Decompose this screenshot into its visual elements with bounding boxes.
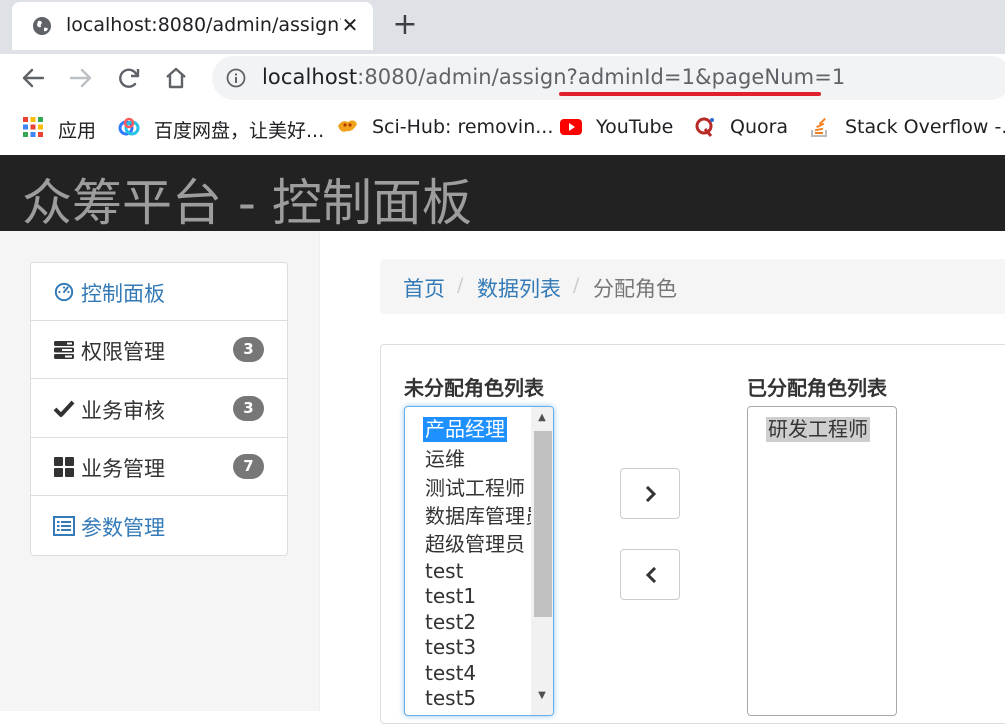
assign-role-button[interactable] (620, 468, 680, 519)
tasks-icon (54, 341, 74, 359)
breadcrumb: 首页 / 数据列表 / 分配角色 (380, 259, 1005, 314)
role-option[interactable]: test4 (425, 661, 476, 686)
chevron-left-icon (645, 567, 657, 583)
app-header: 众筹平台 - 控制面板 (0, 155, 1005, 232)
sidebar-item-params[interactable]: 参数管理 (31, 497, 287, 555)
role-option[interactable]: test3 (425, 635, 476, 660)
role-option[interactable]: 测试工程师 (425, 476, 525, 501)
sidebar-item-business[interactable]: 业务管理 7 (31, 438, 287, 496)
check-icon (53, 400, 75, 417)
chevron-right-icon (645, 486, 657, 502)
url-host: localhost (262, 65, 358, 89)
bookmark-label: 百度网盘，让美好... (154, 120, 325, 142)
role-option[interactable]: 数据库管理员 (425, 504, 531, 529)
bookmark-label: Stack Overflow -... (845, 116, 1005, 138)
th-large-icon (54, 457, 74, 477)
home-icon[interactable] (162, 64, 190, 92)
role-option[interactable]: test1 (425, 584, 476, 609)
bookmarks-bar: 应用 百度网盘，让美好... Sci-Hub: removin... YouTu… (0, 102, 1005, 153)
assign-role-panel: 未分配角色列表 已分配角色列表 产品经理 运维 测试工程师 数据库管理员 超级管… (380, 344, 1005, 724)
page-title[interactable]: 众筹平台 - 控制面板 (22, 163, 472, 235)
role-option[interactable]: 超级管理员 (425, 532, 525, 557)
breadcrumb-separator: / (457, 274, 464, 296)
scroll-down-arrow-icon[interactable]: ▼ (531, 687, 553, 705)
sidebar-item-label: 参数管理 (81, 516, 165, 540)
role-option[interactable]: test2 (425, 610, 476, 635)
tab-title: localhost:8080/admin/assign?adminId=1&pa… (66, 14, 341, 36)
bookmark-label: Quora (730, 116, 789, 138)
globe-icon (33, 17, 51, 35)
sidebar: 控制面板 权限管理 3 业务审核 3 业务管理 7 参数管理 (30, 262, 288, 556)
sidebar-item-label: 业务管理 (81, 457, 165, 481)
scihub-icon (338, 120, 357, 132)
count-badge: 3 (233, 337, 264, 362)
role-option[interactable]: 运维 (425, 447, 465, 472)
bookmark-label: 应用 (58, 120, 97, 142)
browser-toolbar: localhost:8080/admin/assign?adminId=1&pa… (0, 54, 1005, 102)
browser-tab[interactable]: localhost:8080/admin/assign?adminId=1&pa… (12, 2, 373, 50)
info-icon[interactable] (226, 68, 246, 88)
count-badge: 3 (233, 396, 264, 421)
youtube-icon (560, 119, 582, 135)
unassigned-options: 产品经理 运维 测试工程师 数据库管理员 超级管理员 test test1 te… (405, 407, 531, 715)
address-bar[interactable]: localhost:8080/admin/assign?adminId=1&pa… (212, 56, 1005, 100)
browser-tabstrip: localhost:8080/admin/assign?adminId=1&pa… (0, 0, 1005, 54)
sidebar-item-label: 权限管理 (81, 340, 165, 364)
listbox-scrollbar[interactable]: ▲ ▼ (531, 407, 553, 715)
unassigned-roles-select[interactable]: 产品经理 运维 测试工程师 数据库管理员 超级管理员 test test1 te… (404, 406, 554, 716)
assigned-list-label: 已分配角色列表 (747, 376, 887, 400)
unassign-role-button[interactable] (620, 549, 680, 600)
sidebar-item-label: 控制面板 (81, 282, 165, 306)
sidebar-item-dashboard[interactable]: 控制面板 (31, 263, 287, 321)
reload-icon[interactable] (115, 64, 143, 92)
url-highlight-underline (559, 92, 821, 96)
back-arrow-icon[interactable] (19, 64, 47, 92)
role-option[interactable]: test5 (425, 686, 476, 711)
bookmark-label: YouTube (596, 116, 674, 138)
count-badge: 7 (233, 454, 264, 479)
breadcrumb-current: 分配角色 (593, 277, 677, 301)
close-tab-icon[interactable]: ✕ (339, 14, 361, 36)
dashboard-icon (54, 282, 74, 302)
sidebar-item-review[interactable]: 业务审核 3 (31, 380, 287, 438)
sidebar-item-permissions[interactable]: 权限管理 3 (31, 321, 287, 379)
breadcrumb-data-list[interactable]: 数据列表 (477, 273, 561, 303)
bookmark-label: Sci-Hub: removin... (372, 116, 554, 138)
breadcrumb-separator: / (573, 274, 580, 296)
baidu-netdisk-icon (118, 117, 140, 136)
breadcrumb-home[interactable]: 首页 (403, 273, 445, 303)
forward-arrow-icon[interactable] (67, 64, 95, 92)
scroll-up-arrow-icon[interactable]: ▲ (531, 409, 553, 427)
url-path: :8080/admin/assign?adminId=1&pageNum=1 (357, 65, 846, 89)
unassigned-list-label: 未分配角色列表 (404, 376, 544, 400)
role-option[interactable]: 研发工程师 (766, 417, 870, 442)
scrollbar-thumb[interactable] (534, 431, 552, 617)
apps-grid-icon (23, 117, 43, 137)
list-alt-icon (53, 516, 75, 536)
new-tab-button[interactable]: + (390, 10, 420, 40)
stackoverflow-icon (811, 117, 827, 137)
role-option[interactable]: 产品经理 (423, 417, 507, 442)
url-text: localhost:8080/admin/assign?adminId=1&pa… (262, 65, 845, 89)
quora-icon (695, 117, 714, 137)
role-option[interactable]: test (425, 559, 463, 584)
assigned-roles-select[interactable]: 研发工程师 (747, 406, 897, 716)
sidebar-item-label: 业务审核 (81, 399, 165, 423)
